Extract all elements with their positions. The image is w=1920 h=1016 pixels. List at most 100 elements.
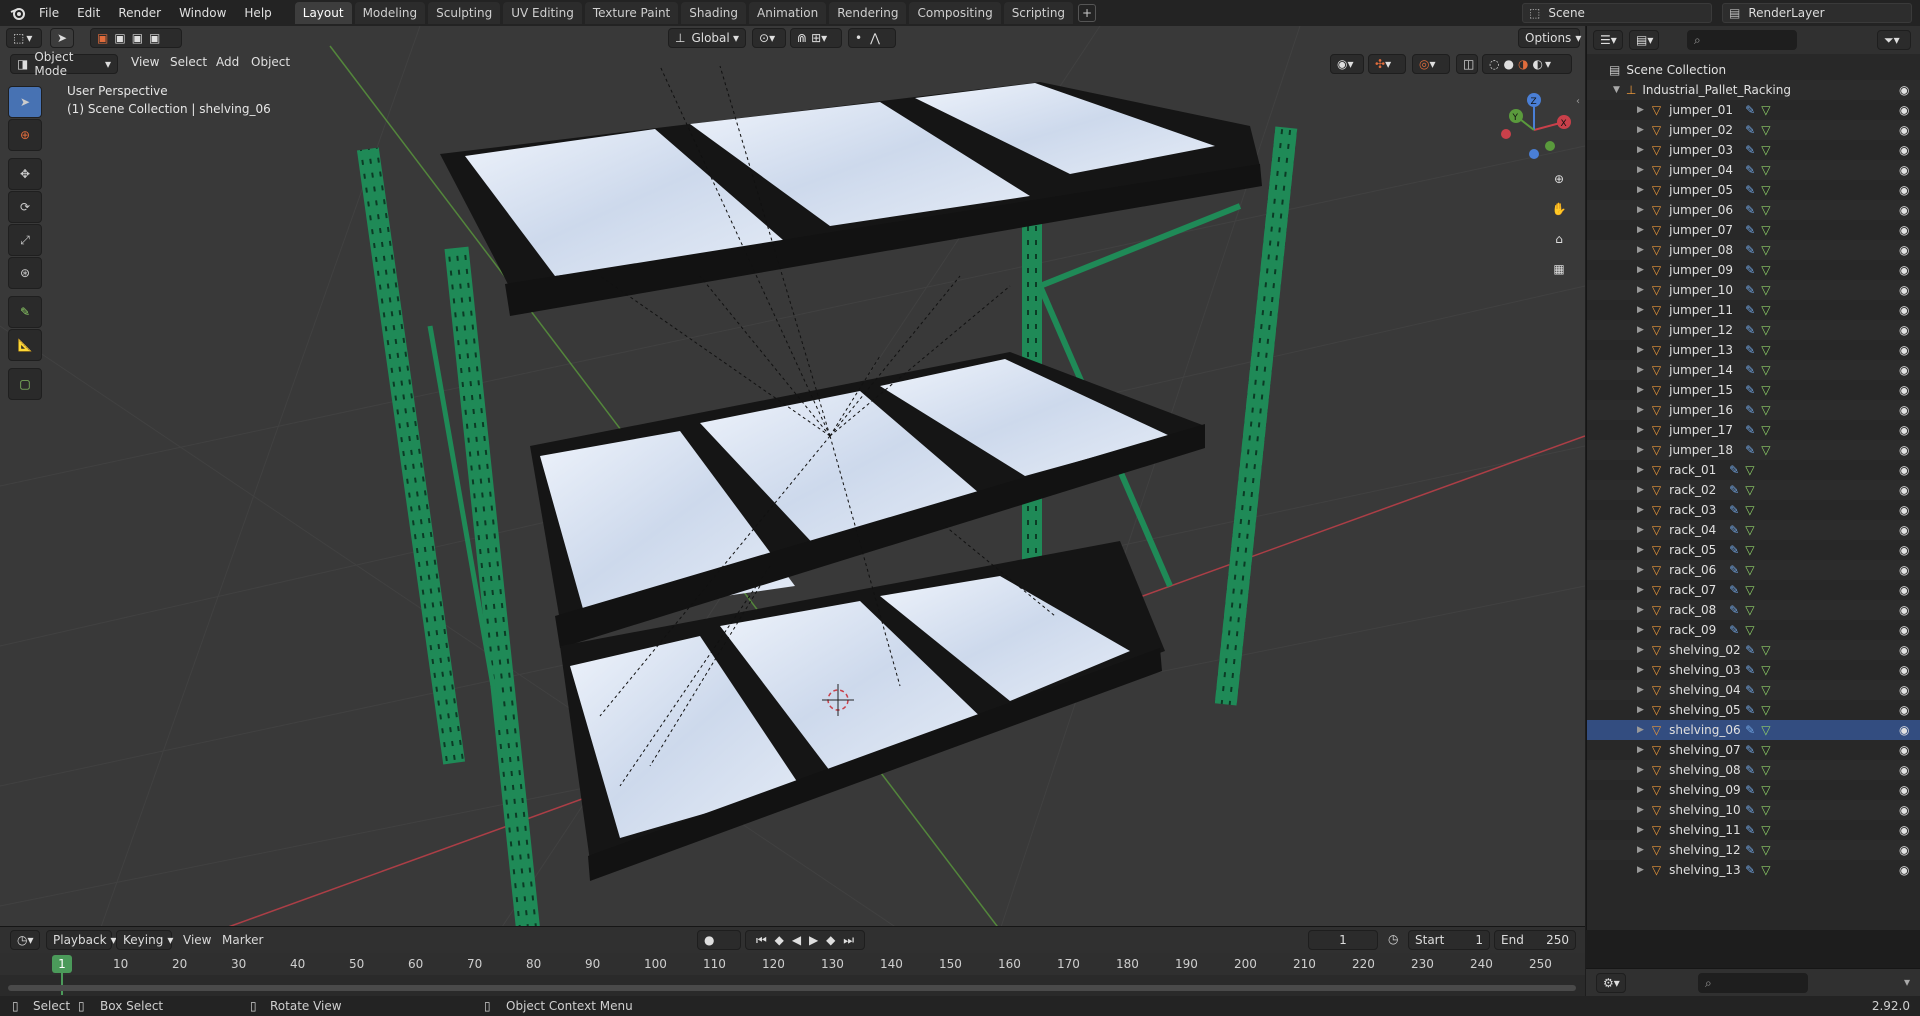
eye-icon[interactable]: ◉	[1899, 463, 1913, 477]
outliner-object-row[interactable]: ▶ ▽ shelving_07 ✎ ▽ ◉	[1587, 740, 1920, 760]
properties-editor-type[interactable]: ⚙ ▾	[1596, 973, 1626, 993]
zoom-view-button[interactable]: ⊕	[1546, 166, 1572, 192]
eye-icon[interactable]: ◉	[1899, 363, 1913, 377]
3d-viewport[interactable]: ⬚ ▾ ➤ ▣ ▣ ▣ ▣ ◨ Object Mode ▾ View Select…	[0, 26, 1585, 930]
expand-arrow-icon[interactable]: ▶	[1637, 525, 1644, 535]
modifier-wrench-icon[interactable]: ✎	[1729, 523, 1739, 537]
expand-arrow-icon[interactable]: ▶	[1637, 645, 1644, 655]
eye-icon[interactable]: ◉	[1899, 443, 1913, 457]
blender-logo-icon[interactable]	[6, 0, 30, 26]
add-cube-tool[interactable]: ▢	[8, 368, 42, 400]
expand-arrow-icon[interactable]: ▶	[1637, 305, 1644, 315]
scale-tool[interactable]: ⤢	[8, 224, 42, 256]
eye-icon[interactable]: ◉	[1899, 763, 1913, 777]
modifier-wrench-icon[interactable]: ✎	[1745, 263, 1755, 277]
outliner-object-row[interactable]: ▶ ▽ jumper_06 ✎ ▽ ◉	[1587, 200, 1920, 220]
eye-icon[interactable]: ◉	[1899, 783, 1913, 797]
mesh-data-icon[interactable]: ▽	[1761, 843, 1770, 857]
mesh-data-icon[interactable]: ▽	[1761, 203, 1770, 217]
eye-icon[interactable]: ◉	[1899, 543, 1913, 557]
eye-icon[interactable]: ◉	[1899, 243, 1913, 257]
modifier-wrench-icon[interactable]: ✎	[1745, 243, 1755, 257]
modifier-wrench-icon[interactable]: ✎	[1729, 543, 1739, 557]
timeline-scrollbar[interactable]	[8, 985, 1576, 991]
outliner-object-row[interactable]: ▶ ▽ jumper_17 ✎ ▽ ◉	[1587, 420, 1920, 440]
select-box-tool[interactable]: ➤	[8, 86, 42, 118]
modifier-wrench-icon[interactable]: ✎	[1745, 223, 1755, 237]
outliner-object-row[interactable]: ▶ ▽ shelving_06 ✎ ▽ ◉	[1587, 720, 1920, 740]
tab-animation[interactable]: Animation	[749, 2, 827, 24]
outliner-editor-type[interactable]: ☰ ▾	[1593, 30, 1623, 50]
pivot-point-dropdown[interactable]: ⊙ ▾	[752, 28, 786, 48]
outliner-object-row[interactable]: ▶ ▽ shelving_04 ✎ ▽ ◉	[1587, 680, 1920, 700]
pan-view-button[interactable]: ✋	[1546, 196, 1572, 222]
modifier-wrench-icon[interactable]: ✎	[1745, 703, 1755, 717]
eye-icon[interactable]: ◉	[1899, 703, 1913, 717]
expand-arrow-icon[interactable]: ▶	[1637, 825, 1644, 835]
eye-icon[interactable]: ◉	[1899, 323, 1913, 337]
mesh-data-icon[interactable]: ▽	[1761, 283, 1770, 297]
start-frame-field[interactable]: Start 1	[1408, 930, 1490, 950]
expand-arrow-icon[interactable]: ▶	[1637, 565, 1644, 575]
expand-arrow-icon[interactable]: ▶	[1637, 445, 1644, 455]
outliner-object-row[interactable]: ▶ ▽ jumper_10 ✎ ▽ ◉	[1587, 280, 1920, 300]
mesh-data-icon[interactable]: ▽	[1761, 743, 1770, 757]
expand-arrow-icon[interactable]: ▶	[1637, 745, 1644, 755]
mesh-data-icon[interactable]: ▽	[1761, 163, 1770, 177]
eye-icon[interactable]: ◉	[1899, 683, 1913, 697]
playback-menu[interactable]: Playback ▾	[46, 930, 117, 950]
modifier-wrench-icon[interactable]: ✎	[1745, 823, 1755, 837]
outliner-object-row[interactable]: ▶ ▽ rack_06 ✎ ▽ ◉	[1587, 560, 1920, 580]
expand-arrow-icon[interactable]: ▶	[1637, 145, 1644, 155]
object-mode-dropdown[interactable]: ◨ Object Mode ▾	[10, 50, 118, 78]
tab-shading[interactable]: Shading	[681, 2, 746, 24]
eye-icon[interactable]: ◉	[1899, 83, 1913, 97]
display-mode-dropdown[interactable]: ▤ ▾	[1629, 30, 1659, 50]
modifier-wrench-icon[interactable]: ✎	[1745, 403, 1755, 417]
expand-arrow-icon[interactable]: ▶	[1637, 105, 1644, 115]
expand-arrow-icon[interactable]: ▶	[1637, 405, 1644, 415]
viewport-menu-object[interactable]: Object	[251, 55, 290, 69]
mesh-data-icon[interactable]: ▽	[1761, 423, 1770, 437]
eye-icon[interactable]: ◉	[1899, 163, 1913, 177]
next-keyframe-icon[interactable]: ◆	[826, 933, 835, 947]
modifier-wrench-icon[interactable]: ✎	[1729, 583, 1739, 597]
tab-compositing[interactable]: Compositing	[909, 2, 1001, 24]
modifier-wrench-icon[interactable]: ✎	[1729, 603, 1739, 617]
gizmo-neg-x[interactable]	[1501, 129, 1511, 139]
outliner-object-row[interactable]: ▶ ▽ rack_09 ✎ ▽ ◉	[1587, 620, 1920, 640]
modifier-wrench-icon[interactable]: ✎	[1745, 163, 1755, 177]
eye-icon[interactable]: ◉	[1899, 743, 1913, 757]
stopwatch-icon[interactable]: ◷	[1388, 932, 1398, 946]
expand-arrow-icon[interactable]: ▶	[1637, 385, 1644, 395]
eye-icon[interactable]: ◉	[1899, 583, 1913, 597]
mesh-data-icon[interactable]: ▽	[1761, 783, 1770, 797]
expand-arrow-icon[interactable]: ▶	[1637, 665, 1644, 675]
view-layer-selector[interactable]: ▤ RenderLayer	[1722, 3, 1912, 23]
eye-icon[interactable]: ◉	[1899, 863, 1913, 877]
shading-mode-group[interactable]: ◌ ● ◑ ◐ ▾	[1482, 54, 1572, 74]
expand-arrow-icon[interactable]: ▶	[1637, 425, 1644, 435]
expand-arrow-icon[interactable]: ▶	[1637, 605, 1644, 615]
current-frame-field[interactable]: 1	[1308, 930, 1378, 950]
mesh-data-icon[interactable]: ▽	[1761, 723, 1770, 737]
modifier-wrench-icon[interactable]: ✎	[1745, 323, 1755, 337]
eye-icon[interactable]: ◉	[1899, 663, 1913, 677]
expand-arrow-icon[interactable]: ▶	[1637, 805, 1644, 815]
modifier-wrench-icon[interactable]: ✎	[1745, 763, 1755, 777]
outliner-object-row[interactable]: ▶ ▽ shelving_11 ✎ ▽ ◉	[1587, 820, 1920, 840]
outliner-object-row[interactable]: ▶ ▽ jumper_15 ✎ ▽ ◉	[1587, 380, 1920, 400]
modifier-wrench-icon[interactable]: ✎	[1745, 143, 1755, 157]
eye-icon[interactable]: ◉	[1899, 343, 1913, 357]
expand-arrow-icon[interactable]: ▶	[1637, 125, 1644, 135]
menu-window[interactable]: Window	[170, 0, 235, 26]
tab-layout[interactable]: Layout	[294, 2, 352, 24]
outliner-object-row[interactable]: ▶ ▽ shelving_03 ✎ ▽ ◉	[1587, 660, 1920, 680]
outliner-object-row[interactable]: ▶ ▽ rack_08 ✎ ▽ ◉	[1587, 600, 1920, 620]
camera-view-button[interactable]: ⌂	[1546, 226, 1572, 252]
overlays-toggle[interactable]: ◎ ▾	[1412, 54, 1450, 74]
mesh-data-icon[interactable]: ▽	[1761, 383, 1770, 397]
menu-edit[interactable]: Edit	[68, 0, 109, 26]
outliner-object-row[interactable]: ▶ ▽ rack_04 ✎ ▽ ◉	[1587, 520, 1920, 540]
modifier-wrench-icon[interactable]: ✎	[1729, 503, 1739, 517]
